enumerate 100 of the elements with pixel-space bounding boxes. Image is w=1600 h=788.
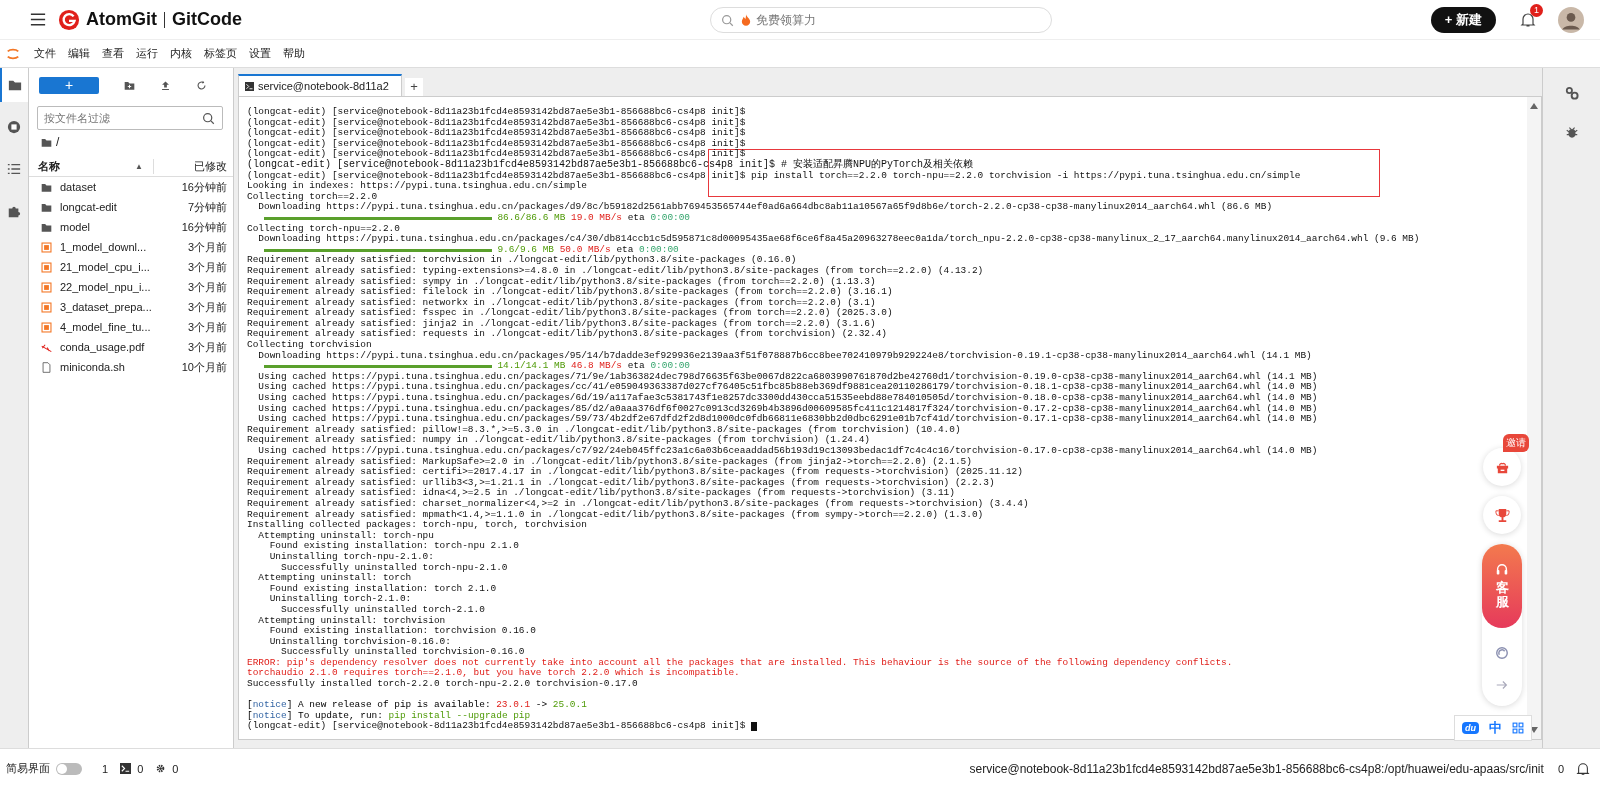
new-folder-icon[interactable]: [124, 79, 135, 91]
terminal-line: Requirement already satisfied: idna<4,>=2.5 in ./longcat-edit/lib/python3.8/site-packages (from requests->torchvision) (3.11): [247, 488, 955, 499]
terminal-line: Requirement already satisfied: pillow!=8.3.*,>=5.3.0 in ./longcat-edit/lib/python3.8/site-packages (from torchvision) (10.4.0): [247, 424, 961, 435]
terminal-line: Found existing installation: torchvision 0.16.0: [268, 626, 536, 637]
filter-field[interactable]: 按文件名过滤: [37, 106, 223, 130]
terminal-line: Requirement already satisfied: certifi>=2017.4.17 in ./longcat-edit/lib/python3.8/site-packages (from requests->torchvision) (2025.11.12): [247, 467, 1023, 478]
terminal-line: Uninstalling torchvision-0.16.0:: [268, 636, 451, 647]
menu-item[interactable]: 查看: [96, 46, 130, 61]
terminal[interactable]: [238, 96, 1542, 740]
modified-time: 3个月前: [187, 339, 227, 355]
eta-label: eta: [627, 361, 645, 372]
file-name[interactable]: 22_model_npu_i...: [60, 281, 188, 293]
terminal-line: (longcat-edit) [service@notebook-8d11a23b1fcd4e8593142bd87ae5e3b1-856688bc6-cs4p8 init]$: [247, 149, 746, 160]
terminal-line: (longcat-edit) [service@notebook-8d11a23b1fcd4e8593142bd87ae5e3b1-856688bc6-cs4p8 init]$ pip install torch==2.2.0 torch-npu==2.2.0 torchvision -i https://pypi.tuna.tsinghua.edu.cn/simple: [247, 170, 1301, 181]
notice-line: [notice] A new release of pip is available: 23.0.1 -> 25.0.1: [247, 700, 587, 711]
input-method-toolbar[interactable]: du 中: [1454, 715, 1532, 741]
terminal-line: Found existing installation: torch-npu 2.1.0: [268, 541, 519, 552]
notification-count[interactable]: 0: [1557, 762, 1564, 775]
terminal-line: Downloading https://pypi.tuna.tsinghua.edu.cn/packages/95/14/b7dadde3ef929936e2139aa3f51f078887b6cc8bee702410979b929224e8/torchvision-0.19.1-cp38-cp38-manylinux2014_aarch64.whl (14.1 MB): [257, 350, 1312, 361]
trophy-icon[interactable]: [1494, 507, 1510, 523]
new-launcher-button[interactable]: +: [39, 76, 99, 94]
terminal-line: Attempting uninstall: torchvision: [257, 615, 446, 626]
folder-icon[interactable]: [0, 68, 28, 102]
swirl-icon[interactable]: [1495, 646, 1509, 660]
terminal-line: Attempting uninstall: torch-npu: [257, 530, 434, 541]
gear-icon[interactable]: [155, 763, 167, 774]
menu-item[interactable]: 编辑: [62, 46, 96, 61]
modified-time: 7分钟前: [187, 199, 227, 215]
terminal-line: Uninstalling torch-npu-2.1.0:: [268, 551, 434, 563]
terminal-line: Using cached https://pypi.tuna.tsinghua.edu.cn/packages/71/9e/1ab363824dec798d76635f63be0067d822ca6803990761870d2be42760d1/torchvision-0.19.0-cp38-cp38-manylinux2014_aarch64.whl (14.1 MB): [257, 371, 1318, 382]
error-line: ERROR: pip's dependency resolver does not currently take into account all the packages that are installed. This behaviour is the source of the following dependency conflicts.: [247, 657, 1233, 668]
file-name[interactable]: 21_model_cpu_i...: [60, 261, 188, 273]
sort-indicator[interactable]: ▲: [135, 161, 143, 171]
menu-item[interactable]: 文件: [28, 46, 62, 61]
terminal-line: Requirement already satisfied: fsspec in ./longcat-edit/lib/python3.8/site-packages (from torch==2.2.0) (2025.3.0): [247, 308, 893, 319]
terminal-line: Requirement already satisfied: mpmath<1.4,>=1.1.0 in ./longcat-edit/lib/python3.8/site-packages (from sympy->torch==2.2.0) (1.3.0): [247, 509, 984, 520]
text-cursor: [751, 722, 758, 732]
notice-line: [notice] To update, run: pip install --upgrade pip: [247, 710, 531, 721]
support-button[interactable]: 客服: [1482, 544, 1522, 628]
refresh-icon[interactable]: [196, 79, 207, 91]
terminal-line: Collecting torchvision: [247, 340, 372, 351]
error-line: torchaudio 2.1.0 requires torch==2.1.0, but you have torch 2.2.0 which is incompatible.: [247, 668, 740, 679]
modified-time: 3个月前: [187, 279, 227, 295]
flame-icon: [741, 13, 752, 26]
menu-item[interactable]: 标签页: [198, 46, 243, 61]
terminal-line: Looking in indexes: https://pypi.tuna.tsinghua.edu.cn/simple: [247, 181, 587, 192]
terminal-line: Requirement already satisfied: typing-extensions>=4.8.0 in ./longcat-edit/lib/python3.8/site-packages (from torch==2.2.0) (4.13.2): [247, 265, 984, 277]
file-name[interactable]: dataset: [60, 181, 182, 193]
logo-icon: [58, 8, 80, 31]
menu-icon[interactable]: [30, 13, 46, 26]
avatar[interactable]: [1558, 6, 1584, 33]
file-name[interactable]: miniconda.sh: [60, 361, 182, 373]
grid-icon[interactable]: [1512, 722, 1524, 734]
menu-item[interactable]: 设置: [243, 46, 277, 61]
add-tab-button[interactable]: +: [405, 78, 423, 96]
file-name[interactable]: longcat-edit: [60, 201, 188, 213]
menu-item[interactable]: 帮助: [277, 46, 311, 61]
notebook-icon: [41, 281, 52, 293]
file-name[interactable]: model: [60, 221, 182, 233]
invite-badge[interactable]: 邀请: [1503, 434, 1529, 452]
bell-icon[interactable]: [1520, 11, 1536, 28]
terminal-icon: [245, 81, 254, 91]
terminal-line: Requirement already satisfied: jinja2 in ./longcat-edit/lib/python3.8/site-packages (from torch==2.2.0) (3.1.6): [247, 318, 876, 329]
terminal-line: Downloading https://pypi.tuna.tsinghua.edu.cn/packages/d9/8c/b59182d2561abb769453565744ef0ad6a664dbc8ab11a10567a65f9d8b6e/torch-2.2.0-cp38-cp38-manylinux2014_aarch64.whl (86.6 MB): [257, 202, 1273, 213]
terminal-line: Requirement already satisfied: torchvision in ./longcat-edit/lib/python3.8/site-packages (0.16.0): [247, 255, 797, 266]
menu-item[interactable]: 内核: [164, 46, 198, 61]
scroll-up-icon[interactable]: [1530, 103, 1538, 109]
brand-name: AtomGit: [86, 9, 157, 30]
bug-icon[interactable]: [1564, 125, 1579, 139]
file-name[interactable]: 4_model_fine_tu...: [60, 321, 188, 333]
terminal-line: Requirement already satisfied: numpy in ./longcat-edit/lib/python3.8/site-packages (from torchvision) (1.24.4): [247, 435, 870, 446]
language-toggle[interactable]: 中: [1489, 719, 1502, 737]
terminal-icon[interactable]: [120, 763, 132, 774]
file-name[interactable]: conda_usage.pdf: [60, 341, 188, 353]
terminal-line: Requirement already satisfied: requests in ./longcat-edit/lib/python3.8/site-packages (from torchvision) (2.32.4): [247, 329, 887, 340]
headset-icon: [1495, 562, 1509, 577]
breadcrumb[interactable]: /: [56, 135, 60, 149]
scrollbar[interactable]: [1527, 97, 1541, 739]
new-button[interactable]: + 新建: [1430, 6, 1496, 33]
terminal-line: Requirement already satisfied: networkx in ./longcat-edit/lib/python3.8/site-packages (from torch==2.2.0) (3.1): [247, 297, 876, 308]
folder-icon: [41, 221, 52, 233]
terminal-tab[interactable]: service@notebook-8d11a2: [238, 74, 402, 96]
menu-item[interactable]: 运行: [130, 46, 164, 61]
upload-icon[interactable]: [160, 79, 171, 91]
bell-icon[interactable]: [1576, 761, 1590, 776]
column-header[interactable]: 已修改: [153, 158, 227, 174]
file-name[interactable]: 1_model_downl...: [60, 241, 188, 253]
search-field[interactable]: 免费领算力: [710, 6, 1053, 33]
status-count[interactable]: 0: [172, 762, 179, 775]
download-rate: 46.8 MB/s: [571, 361, 622, 372]
eta-label: eta: [627, 212, 645, 224]
folder-icon[interactable]: [41, 136, 52, 148]
modified-time: 3个月前: [187, 239, 227, 255]
status-count[interactable]: 1: [102, 762, 109, 775]
file-name[interactable]: 3_dataset_prepa...: [60, 301, 188, 313]
gears-icon[interactable]: [1564, 86, 1579, 100]
column-header[interactable]: 名称: [38, 158, 136, 174]
toggle-switch[interactable]: [56, 762, 82, 775]
terminal-line: Successfully uninstalled torch-npu-2.1.0: [279, 562, 508, 573]
status-count[interactable]: 0: [137, 762, 144, 775]
